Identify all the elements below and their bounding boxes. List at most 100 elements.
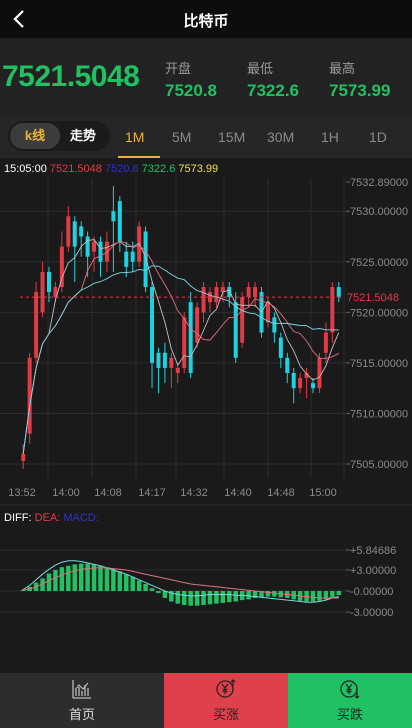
low-label: 最低 — [247, 61, 274, 76]
time-axis-label: 14:00 — [52, 487, 80, 499]
candle-body — [291, 372, 296, 389]
candle-body — [40, 271, 45, 313]
page-title: 比特币 — [183, 13, 229, 30]
candle-body — [34, 292, 39, 358]
open-label: 开盘 — [165, 61, 192, 76]
macd-bar — [104, 567, 110, 591]
macd-bar — [59, 567, 65, 591]
price-axis-label: 7510.00000 — [350, 408, 408, 420]
fall-label: 买跌 — [336, 707, 363, 722]
macd-bar — [85, 563, 90, 591]
candle-body — [156, 352, 161, 368]
ohlc-legend: 15:05:00 7521.5048 7520.8 7322.6 7573.99 — [4, 163, 218, 175]
tab-1h[interactable]: 1H — [321, 129, 339, 145]
candle-body — [72, 221, 77, 247]
candle-body — [117, 201, 122, 242]
macd-bar — [53, 569, 58, 591]
chart-tabs: k线 走势 1M 5M 15M 30M 1H 1D — [0, 116, 412, 158]
macd-bar — [130, 576, 135, 591]
price-summary: 7521.5048 开盘 7520.8 最低 7322.6 最高 7573.99 — [0, 38, 412, 116]
yen-up-icon — [216, 679, 236, 698]
candle-body — [317, 357, 322, 389]
macd-dea-label: DEA: — [34, 512, 61, 524]
macd-bar — [117, 571, 123, 591]
legend-low: 7322.6 — [141, 163, 176, 175]
macd-bar — [111, 569, 116, 591]
macd-axis-label: -3.00000 — [350, 607, 393, 619]
macd-bar — [149, 588, 155, 591]
macd-bar — [188, 591, 193, 606]
candle-body — [169, 357, 174, 368]
macd-bar — [72, 564, 77, 591]
macd-bar — [124, 574, 129, 591]
high-value: 7573.99 — [329, 81, 391, 100]
footer-bar: 首页 买涨 买跌 — [0, 673, 412, 728]
legend-time: 15:05:00 — [4, 163, 47, 175]
macd-bar — [181, 591, 187, 606]
candle-body — [323, 332, 328, 353]
price-axis-label: 7505.00000 — [350, 459, 408, 471]
price-axis-label: 7525.00000 — [350, 257, 408, 269]
macd-bar — [220, 591, 226, 603]
open-stat: 开盘 7520.8 — [165, 58, 217, 101]
buy-rise-button[interactable]: 买涨 — [164, 673, 288, 728]
low-stat: 最低 7322.6 — [247, 58, 299, 101]
macd-bar — [246, 591, 251, 600]
macd-diff-label: DIFF: — [4, 512, 32, 524]
candle-body — [59, 246, 64, 288]
macd-bar — [214, 591, 219, 604]
tab-1m[interactable]: 1M — [125, 129, 144, 145]
chart-icon — [72, 680, 91, 699]
candle-body — [188, 302, 193, 373]
buy-fall-button[interactable]: 买跌 — [288, 673, 412, 728]
candle-body — [195, 307, 200, 343]
trend-tab[interactable]: 走势 — [58, 123, 108, 149]
macd-bar — [272, 591, 277, 597]
macd-macd-label: MACD: — [63, 512, 99, 524]
candle-body — [130, 251, 135, 262]
price-axis-label: 7520.00000 — [350, 307, 408, 319]
current-price: 7521.5048 — [2, 60, 140, 93]
time-axis-label: 14:17 — [138, 487, 166, 499]
kline-tab[interactable]: k线 — [10, 123, 60, 149]
candle-body — [201, 287, 206, 313]
candle-body — [285, 357, 290, 373]
tab-1d[interactable]: 1D — [369, 129, 387, 145]
high-stat: 最高 7573.99 — [329, 58, 390, 101]
candle-body — [182, 317, 187, 368]
macd-axis-label: +5.84686 — [350, 545, 396, 557]
macd-axis-label: -0.00000 — [350, 586, 393, 598]
home-label: 首页 — [68, 707, 95, 722]
candle-body — [336, 287, 341, 298]
header-bar: 比特币 — [0, 0, 412, 38]
macd-bar — [175, 591, 181, 604]
time-axis-label: 14:32 — [180, 487, 208, 499]
macd-bar — [136, 580, 142, 591]
macd-legend: DIFF: DEA: MACD: — [4, 512, 99, 524]
macd-bar — [143, 583, 148, 591]
candle-body — [240, 297, 245, 343]
candle-body — [272, 317, 277, 333]
candle-body — [46, 271, 51, 293]
candle-body — [298, 378, 303, 389]
candle-body — [79, 226, 84, 237]
candle-body — [175, 367, 180, 373]
home-button[interactable]: 首页 — [0, 673, 164, 728]
open-value: 7520.8 — [165, 81, 217, 100]
macd-bar — [227, 591, 232, 603]
kline-chart[interactable]: 7532.89000 7530.00000 7525.00000 7520.00000… — [0, 158, 412, 620]
candle-body — [143, 231, 148, 288]
tab-5m[interactable]: 5M — [172, 129, 191, 145]
tab-15m[interactable]: 15M — [218, 129, 245, 145]
price-axis-label: 7532.89000 — [350, 177, 408, 189]
candle-body — [311, 383, 316, 389]
candle-body — [214, 287, 219, 303]
macd-bar — [310, 591, 316, 602]
chart-mode-toggle: k线 走势 — [8, 121, 110, 151]
current-price-label: 7521.5048 — [347, 292, 399, 304]
time-axis-label: 15:00 — [309, 487, 337, 499]
macd-bar — [330, 591, 335, 598]
price-axis-label: 7515.00000 — [350, 358, 408, 370]
tab-30m[interactable]: 30M — [267, 129, 294, 145]
legend-high: 7573.99 — [178, 163, 219, 175]
